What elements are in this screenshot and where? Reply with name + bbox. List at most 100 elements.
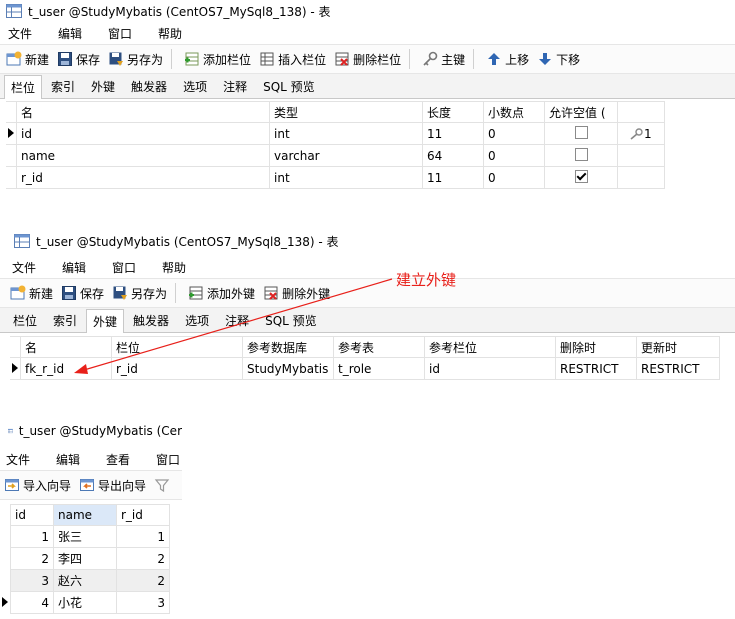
column-header-type[interactable]: 类型 <box>269 101 423 123</box>
id-cell[interactable]: 4 <box>10 591 54 614</box>
menu-file[interactable]: 文件 <box>6 451 30 468</box>
r-id-cell[interactable]: 2 <box>116 547 170 570</box>
name-cell[interactable]: 赵六 <box>53 569 117 592</box>
id-cell[interactable]: 1 <box>10 525 54 548</box>
tab-options[interactable]: 选项 <box>176 74 214 98</box>
primary-key-button[interactable]: 主键 <box>422 48 465 70</box>
move-down-button[interactable]: 下移 <box>537 48 580 70</box>
fk-ref-table-cell[interactable]: t_role <box>333 357 425 380</box>
column-header-field[interactable]: 栏位 <box>111 336 243 358</box>
delete-field-button[interactable]: 删除栏位 <box>334 48 401 70</box>
tab-sql-preview[interactable]: SQL 预览 <box>258 308 324 332</box>
table-row[interactable]: 3 赵六 2 <box>0 569 170 592</box>
save-button[interactable]: 保存 <box>57 48 100 70</box>
menu-window[interactable]: 窗口 <box>108 25 132 42</box>
tab-triggers[interactable]: 触发器 <box>126 308 176 332</box>
field-name-cell[interactable]: r_id <box>16 166 270 189</box>
name-cell[interactable]: 小花 <box>53 591 117 614</box>
column-header-decimals[interactable]: 小数点 <box>483 101 545 123</box>
menu-edit[interactable]: 编辑 <box>58 25 82 42</box>
fk-on-delete-cell[interactable]: RESTRICT <box>555 357 637 380</box>
tab-fields[interactable]: 栏位 <box>6 308 44 332</box>
fk-on-update-cell[interactable]: RESTRICT <box>636 357 720 380</box>
field-type-cell[interactable]: varchar <box>269 144 423 167</box>
tab-sql-preview[interactable]: SQL 预览 <box>256 74 322 98</box>
menu-window[interactable]: 窗口 <box>112 259 136 276</box>
menu-help[interactable]: 帮助 <box>158 25 182 42</box>
field-length-cell[interactable]: 11 <box>422 122 484 145</box>
column-header-id[interactable]: id <box>10 504 54 526</box>
save-as-button[interactable]: 另存为 <box>112 282 167 304</box>
column-header-name[interactable]: 名 <box>20 336 112 358</box>
name-cell[interactable]: 李四 <box>53 547 117 570</box>
field-type-cell[interactable]: int <box>269 122 423 145</box>
fk-field-cell[interactable]: r_id <box>111 357 243 380</box>
column-header-ref-field[interactable]: 参考栏位 <box>424 336 556 358</box>
menu-edit[interactable]: 编辑 <box>62 259 86 276</box>
field-type-cell[interactable]: int <box>269 166 423 189</box>
id-cell[interactable]: 3 <box>10 569 54 592</box>
r-id-cell[interactable]: 3 <box>116 591 170 614</box>
nullable-checkbox[interactable] <box>574 125 588 139</box>
export-wizard-button[interactable]: 导出向导 <box>79 474 146 496</box>
field-decimals-cell[interactable]: 0 <box>483 166 545 189</box>
move-up-button[interactable]: 上移 <box>486 48 529 70</box>
save-button[interactable]: 保存 <box>61 282 104 304</box>
fk-ref-field-cell[interactable]: id <box>424 357 556 380</box>
field-name-cell[interactable]: id <box>16 122 270 145</box>
tab-fields[interactable]: 栏位 <box>4 75 43 99</box>
tab-triggers[interactable]: 触发器 <box>124 74 174 98</box>
column-header-r-id[interactable]: r_id <box>116 504 170 526</box>
fk-ref-database-cell[interactable]: StudyMybatis <box>242 357 334 380</box>
menu-view[interactable]: 查看 <box>106 451 130 468</box>
add-field-button[interactable]: 添加栏位 <box>184 48 251 70</box>
delete-foreign-key-button[interactable]: 删除外键 <box>263 282 330 304</box>
menu-file[interactable]: 文件 <box>12 259 36 276</box>
table-row[interactable]: r_id int 11 0 <box>6 166 665 189</box>
table-row[interactable]: 2 李四 2 <box>0 547 170 570</box>
field-length-cell[interactable]: 64 <box>422 144 484 167</box>
nullable-checkbox[interactable] <box>574 147 588 161</box>
add-foreign-key-button[interactable]: 添加外键 <box>188 282 255 304</box>
r-id-cell[interactable]: 2 <box>116 569 170 592</box>
tab-options[interactable]: 选项 <box>178 308 216 332</box>
fk-name-cell[interactable]: fk_r_id <box>20 357 112 380</box>
column-header-name[interactable]: name <box>53 504 117 526</box>
table-row[interactable]: id int 11 0 1 <box>6 122 665 145</box>
name-cell[interactable]: 张三 <box>53 525 117 548</box>
field-decimals-cell[interactable]: 0 <box>483 122 545 145</box>
field-decimals-cell[interactable]: 0 <box>483 144 545 167</box>
tab-foreign-keys[interactable]: 外键 <box>86 309 125 333</box>
save-as-button[interactable]: 另存为 <box>108 48 163 70</box>
tab-comments[interactable]: 注释 <box>216 74 254 98</box>
table-row[interactable]: fk_r_id r_id StudyMybatis t_role id REST… <box>10 357 720 380</box>
r-id-cell[interactable]: 1 <box>116 525 170 548</box>
field-name-cell[interactable]: name <box>16 144 270 167</box>
field-length-cell[interactable]: 11 <box>422 166 484 189</box>
tab-comments[interactable]: 注释 <box>218 308 256 332</box>
import-wizard-button[interactable]: 导入向导 <box>4 474 71 496</box>
menu-edit[interactable]: 编辑 <box>56 451 80 468</box>
new-button[interactable]: 新建 <box>10 282 53 304</box>
id-cell[interactable]: 2 <box>10 547 54 570</box>
table-row[interactable]: 1 张三 1 <box>0 525 170 548</box>
menu-help[interactable]: 帮助 <box>162 259 186 276</box>
nullable-checkbox[interactable] <box>574 169 588 183</box>
tab-indexes[interactable]: 索引 <box>44 74 82 98</box>
column-header-on-update[interactable]: 更新时 <box>636 336 720 358</box>
column-header-nullable[interactable]: 允许空值 ( <box>544 101 618 123</box>
filter-button[interactable] <box>154 474 173 496</box>
tab-indexes[interactable]: 索引 <box>46 308 84 332</box>
insert-field-button[interactable]: 插入栏位 <box>259 48 326 70</box>
column-header-length[interactable]: 长度 <box>422 101 484 123</box>
menu-file[interactable]: 文件 <box>8 25 32 42</box>
column-header-name[interactable]: 名 <box>16 101 270 123</box>
new-button[interactable]: 新建 <box>6 48 49 70</box>
menu-window[interactable]: 窗口 <box>156 451 180 468</box>
table-row[interactable]: name varchar 64 0 <box>6 144 665 167</box>
table-row[interactable]: 4 小花 3 <box>0 591 170 614</box>
column-header-on-delete[interactable]: 删除时 <box>555 336 637 358</box>
column-header-ref-table[interactable]: 参考表 <box>333 336 425 358</box>
tab-foreign-keys[interactable]: 外键 <box>84 74 122 98</box>
column-header-ref-database[interactable]: 参考数据库 <box>242 336 334 358</box>
